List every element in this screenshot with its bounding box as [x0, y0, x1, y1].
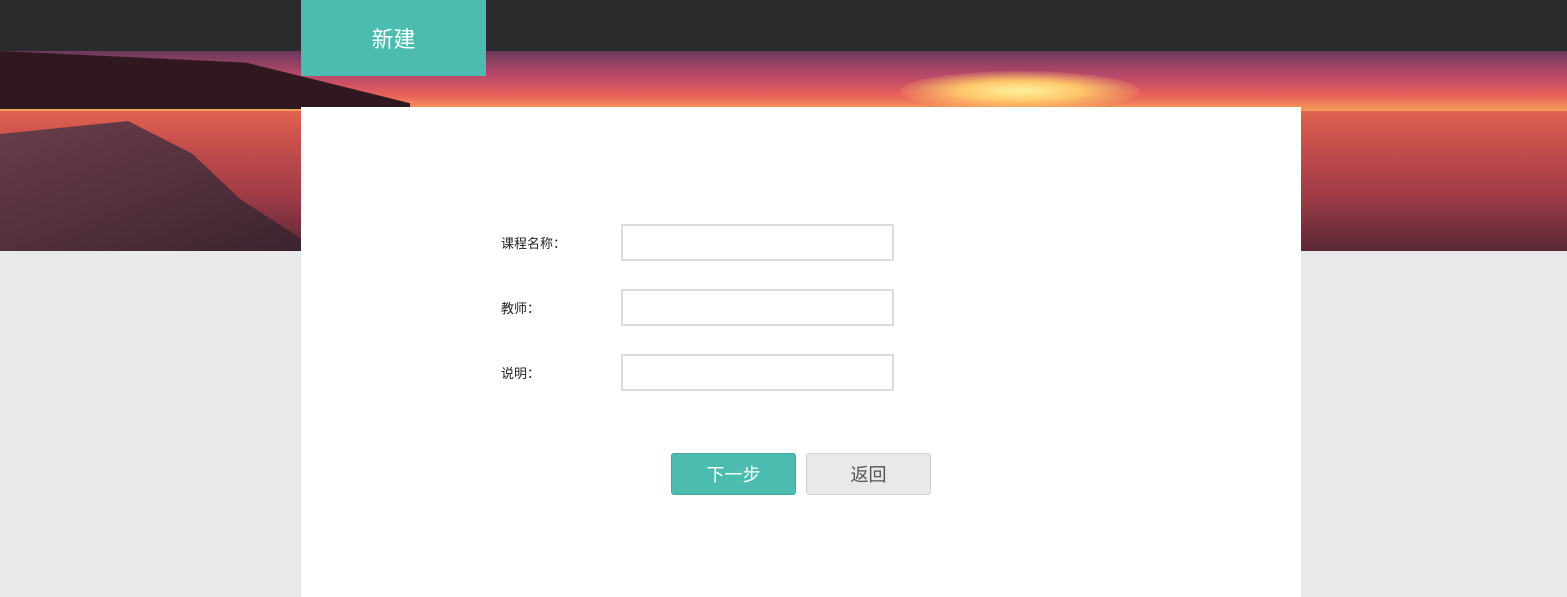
course-name-input[interactable]: [621, 224, 894, 261]
top-navbar: [0, 0, 1567, 51]
form-row-description: 说明：: [501, 354, 894, 391]
form-card: 课程名称： 教师： 说明： 下一步 返回: [301, 107, 1301, 597]
banner-sun: [900, 71, 1140, 111]
next-step-button[interactable]: 下一步: [671, 453, 796, 495]
teacher-label: 教师：: [501, 302, 541, 317]
description-label: 说明：: [501, 367, 541, 382]
course-name-label: 课程名称：: [501, 237, 567, 252]
form-row-course-name: 课程名称：: [501, 224, 894, 261]
back-button[interactable]: 返回: [806, 453, 931, 495]
teacher-input[interactable]: [621, 289, 894, 326]
tab-new[interactable]: 新建: [301, 0, 486, 76]
form-row-teacher: 教师：: [501, 289, 894, 326]
description-input[interactable]: [621, 354, 894, 391]
